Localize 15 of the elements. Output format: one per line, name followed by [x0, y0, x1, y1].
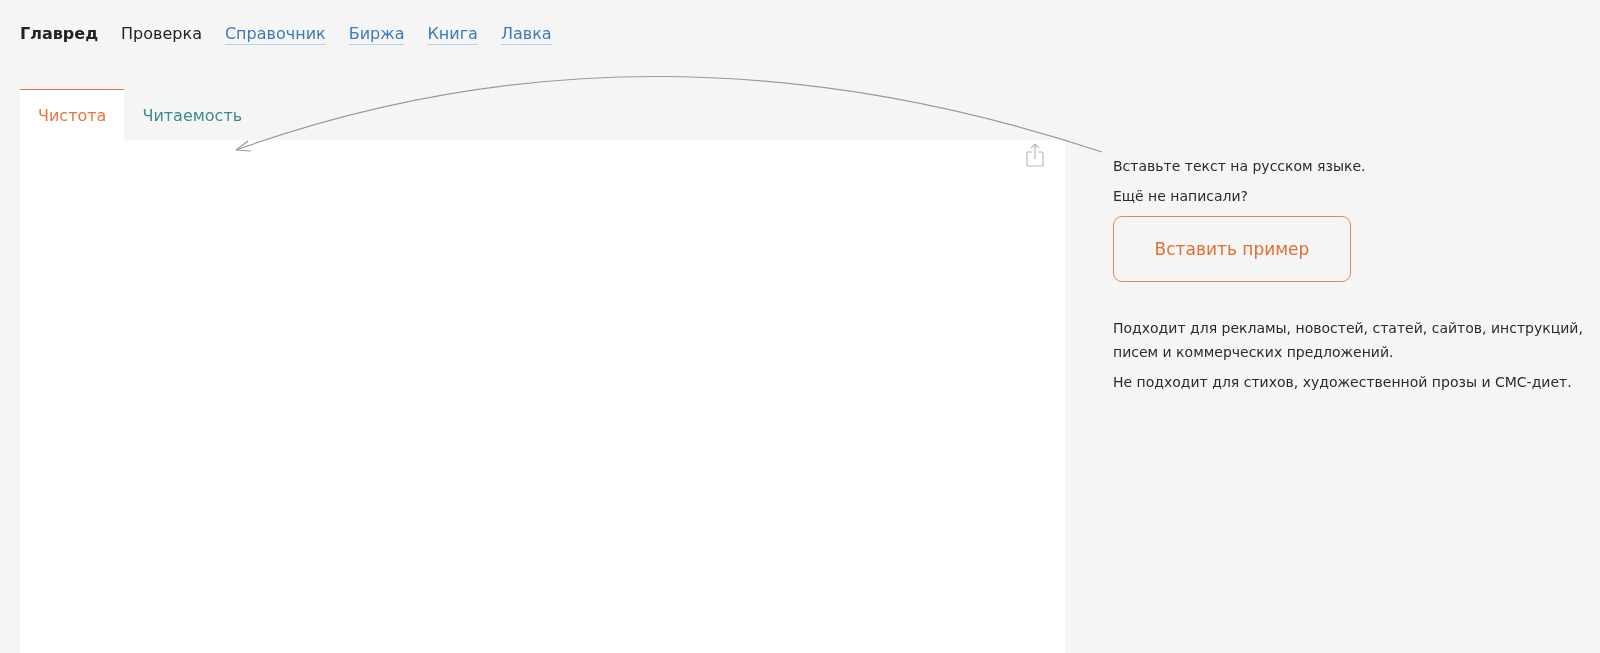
- note-text: Не подходит для стихов, художественной прозы и СМС-диет.: [1113, 373, 1572, 392]
- hint-text: Вставьте текст на русском языке.: [1113, 157, 1366, 176]
- insert-example-button[interactable]: Вставить пример: [1113, 216, 1351, 282]
- nav-item[interactable]: Проверка: [121, 23, 202, 45]
- tab[interactable]: Читаемость: [124, 89, 261, 140]
- nav-link[interactable]: Биржа: [348, 23, 405, 45]
- text-input-field[interactable]: [20, 140, 1065, 653]
- share-icon[interactable]: [1026, 143, 1044, 167]
- tab[interactable]: Чистота: [20, 89, 125, 140]
- current-section-label[interactable]: Главред: [20, 23, 99, 45]
- prompt-text: Ещё не написали?: [1113, 187, 1249, 206]
- nav-link[interactable]: Лавка: [500, 23, 552, 45]
- nav-link[interactable]: Справочник: [224, 23, 326, 45]
- nav-link[interactable]: Книга: [427, 23, 478, 45]
- note-text: Подходит для рекламы, новостей, статей, сайтов, инструкций, писем и коммерческих предложений.: [1113, 319, 1584, 362]
